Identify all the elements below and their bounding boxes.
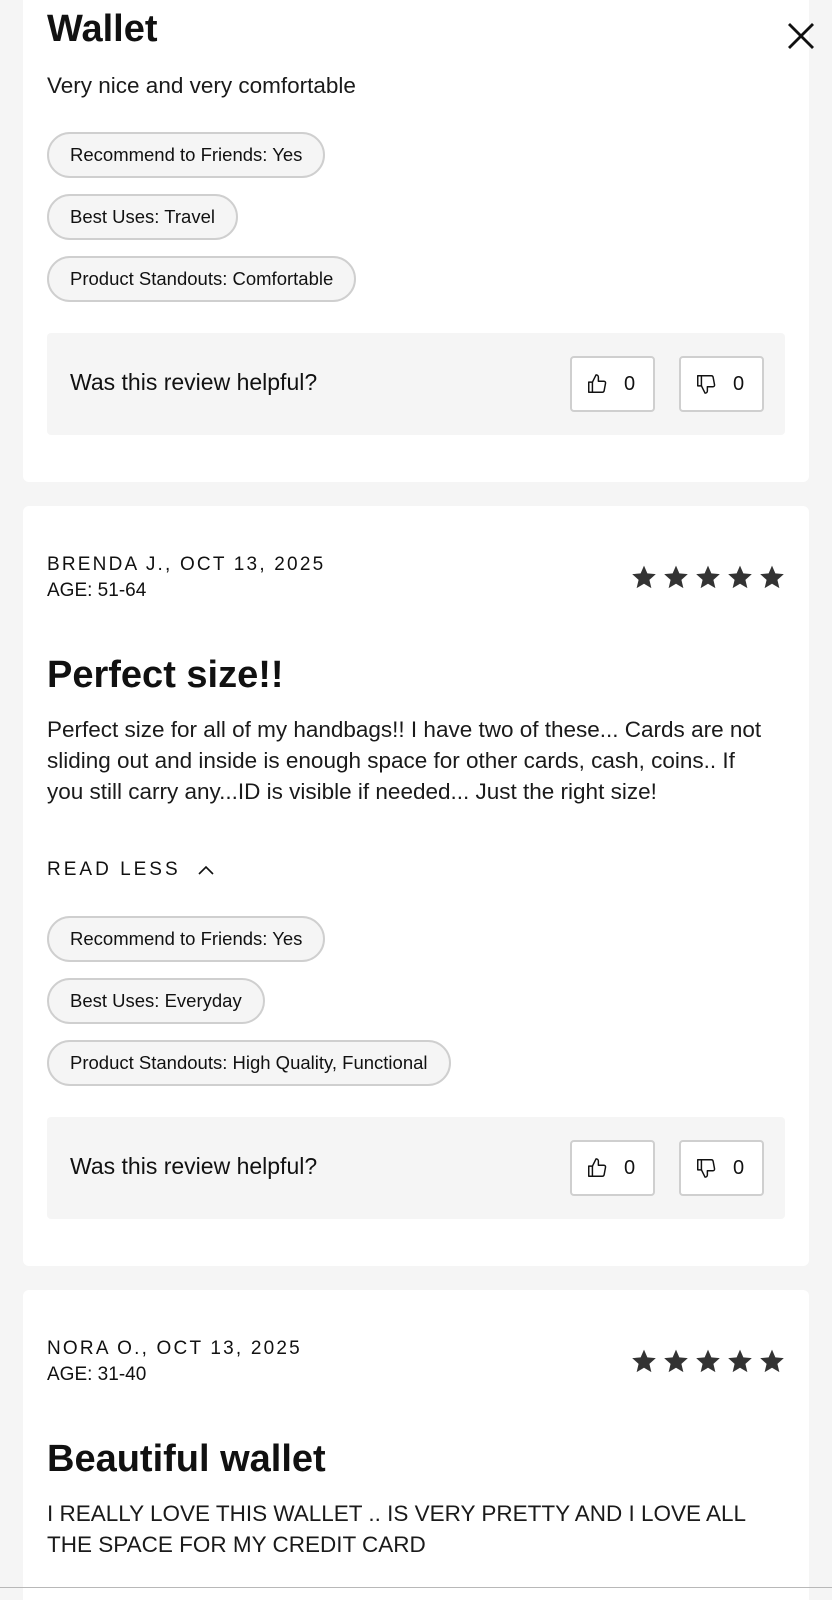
thumbs-up-count: 0: [624, 1156, 636, 1179]
review-tag: Best Uses: Everyday: [47, 978, 265, 1024]
bottom-divider: [0, 1587, 832, 1588]
thumbs-up-button[interactable]: 0: [570, 1140, 655, 1196]
thumbs-down-button[interactable]: 0: [679, 1140, 764, 1196]
review-tag: Best Uses: Travel: [47, 194, 238, 240]
thumbs-up-icon: [588, 374, 607, 393]
helpful-question: Was this review helpful?: [70, 1153, 318, 1179]
thumbs-down-icon: [697, 375, 716, 394]
helpful-question: Was this review helpful?: [70, 369, 318, 395]
helpful-section: Was this review helpful? 0 0: [47, 333, 785, 435]
read-less-button[interactable]: READ LESS: [47, 859, 215, 881]
star-icon: [728, 1349, 752, 1373]
star-rating: [631, 1348, 785, 1374]
thumbs-down-icon: [697, 1159, 716, 1178]
review-tag: Product Standouts: Comfortable: [47, 256, 357, 302]
star-icon: [760, 565, 784, 589]
thumbs-up-button[interactable]: 0: [570, 356, 655, 412]
thumbs-up-count: 0: [624, 372, 636, 395]
star-icon: [728, 565, 752, 589]
thumbs-down-count: 0: [733, 1156, 745, 1179]
review-author-date: NORA O., OCT 13, 2025: [47, 1338, 302, 1359]
star-icon: [664, 1349, 688, 1373]
thumbs-down-button[interactable]: 0: [679, 356, 764, 412]
review-tag: Recommend to Friends: Yes: [47, 916, 326, 962]
star-rating: [631, 564, 785, 590]
star-icon: [664, 565, 688, 589]
review-tag: Recommend to Friends: Yes: [47, 132, 326, 178]
star-icon: [696, 1349, 720, 1373]
review-title: Beautiful wallet: [47, 1438, 326, 1480]
review-body: I REALLY LOVE THIS WALLET .. IS VERY PRE…: [47, 1501, 746, 1557]
thumbs-up-icon: [588, 1158, 607, 1177]
review-title: Perfect size!!: [47, 654, 284, 696]
chevron-up-icon: [198, 865, 214, 875]
review-age: AGE: 51-64: [47, 580, 147, 601]
review-card: BRENDA J., OCT 13, 2025 AGE: 51-64 Perfe…: [23, 506, 809, 1266]
review-tag: Product Standouts: High Quality, Functio…: [47, 1040, 451, 1086]
star-icon: [632, 565, 656, 589]
star-icon: [696, 565, 720, 589]
review-author-date: BRENDA J., OCT 13, 2025: [47, 554, 326, 575]
review-card: Wallet Very nice and very comfortable Re…: [23, 0, 814, 482]
read-less-label: READ LESS: [47, 859, 181, 880]
helpful-section: Was this review helpful? 0 0: [47, 1117, 785, 1219]
thumbs-down-count: 0: [733, 372, 745, 395]
close-icon[interactable]: [786, 21, 816, 51]
review-card: NORA O., OCT 13, 2025 AGE: 31-40 Beautif…: [23, 1290, 809, 1600]
review-age: AGE: 31-40: [47, 1364, 147, 1385]
review-body: Perfect size for all of my handbags!! I …: [47, 717, 762, 804]
review-body: Very nice and very comfortable: [47, 73, 356, 98]
review-title: Wallet: [47, 8, 158, 50]
star-icon: [760, 1349, 784, 1373]
star-icon: [632, 1349, 656, 1373]
